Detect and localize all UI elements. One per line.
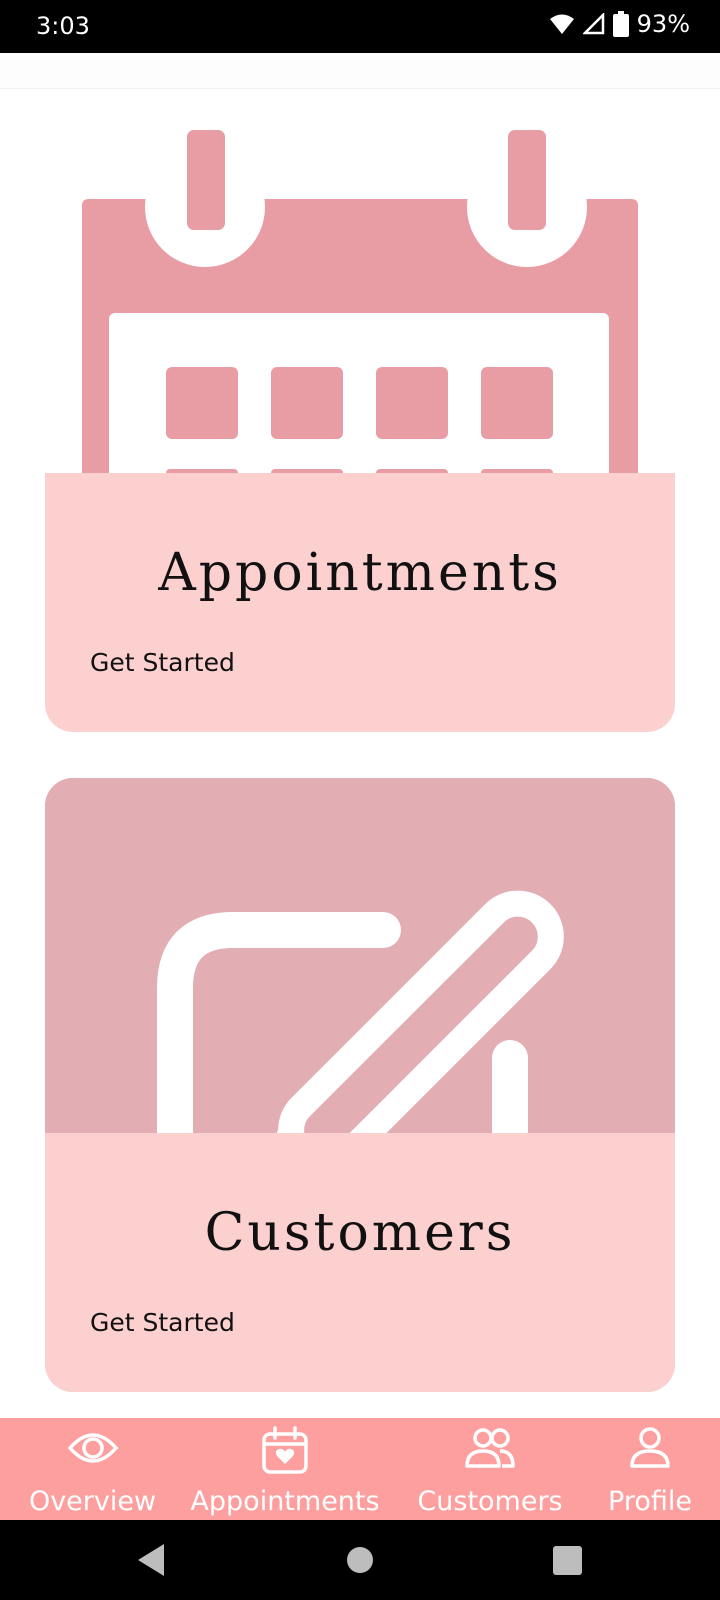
appointments-card-footer: Appointments Get Started	[45, 473, 675, 732]
recents-icon[interactable]	[553, 1546, 582, 1575]
status-time: 3:03	[36, 12, 90, 40]
status-icons: 93%	[549, 10, 690, 38]
wifi-icon	[549, 14, 574, 34]
appointments-card-title: Appointments	[158, 543, 562, 603]
calendar-heart-icon	[262, 1426, 308, 1474]
bottom-nav: Overview Appointments Customers Profile	[0, 1418, 720, 1520]
nav-appointments[interactable]: Appointments	[190, 1418, 380, 1520]
customers-card-title: Customers	[204, 1203, 516, 1263]
nav-customers[interactable]: Customers	[410, 1418, 570, 1520]
nav-customers-label: Customers	[417, 1486, 563, 1517]
appointments-get-started-link[interactable]: Get Started	[90, 648, 235, 677]
eye-icon	[67, 1433, 118, 1463]
system-nav-bar	[0, 1520, 720, 1600]
user-icon	[630, 1427, 670, 1468]
battery-percent: 93%	[636, 10, 690, 38]
back-icon[interactable]	[136, 1542, 166, 1578]
nav-profile[interactable]: Profile	[590, 1418, 710, 1520]
appointments-card[interactable]: Appointments Get Started	[45, 117, 675, 732]
home-icon[interactable]	[346, 1546, 374, 1574]
status-bar: 3:03 93%	[0, 0, 720, 53]
battery-icon	[612, 11, 629, 37]
nav-overview[interactable]: Overview	[20, 1418, 165, 1520]
nav-appointments-label: Appointments	[190, 1486, 380, 1517]
calendar-icon	[45, 117, 675, 473]
customers-card-footer: Customers Get Started	[45, 1133, 675, 1392]
app-header	[0, 53, 720, 89]
nav-overview-label: Overview	[28, 1486, 157, 1517]
cell-signal-icon	[582, 13, 604, 35]
customers-card[interactable]: Customers Get Started	[45, 778, 675, 1392]
edit-pencil-icon	[45, 778, 675, 1133]
customers-get-started-link[interactable]: Get Started	[90, 1308, 235, 1337]
users-icon	[465, 1428, 515, 1468]
nav-profile-label: Profile	[608, 1486, 692, 1517]
